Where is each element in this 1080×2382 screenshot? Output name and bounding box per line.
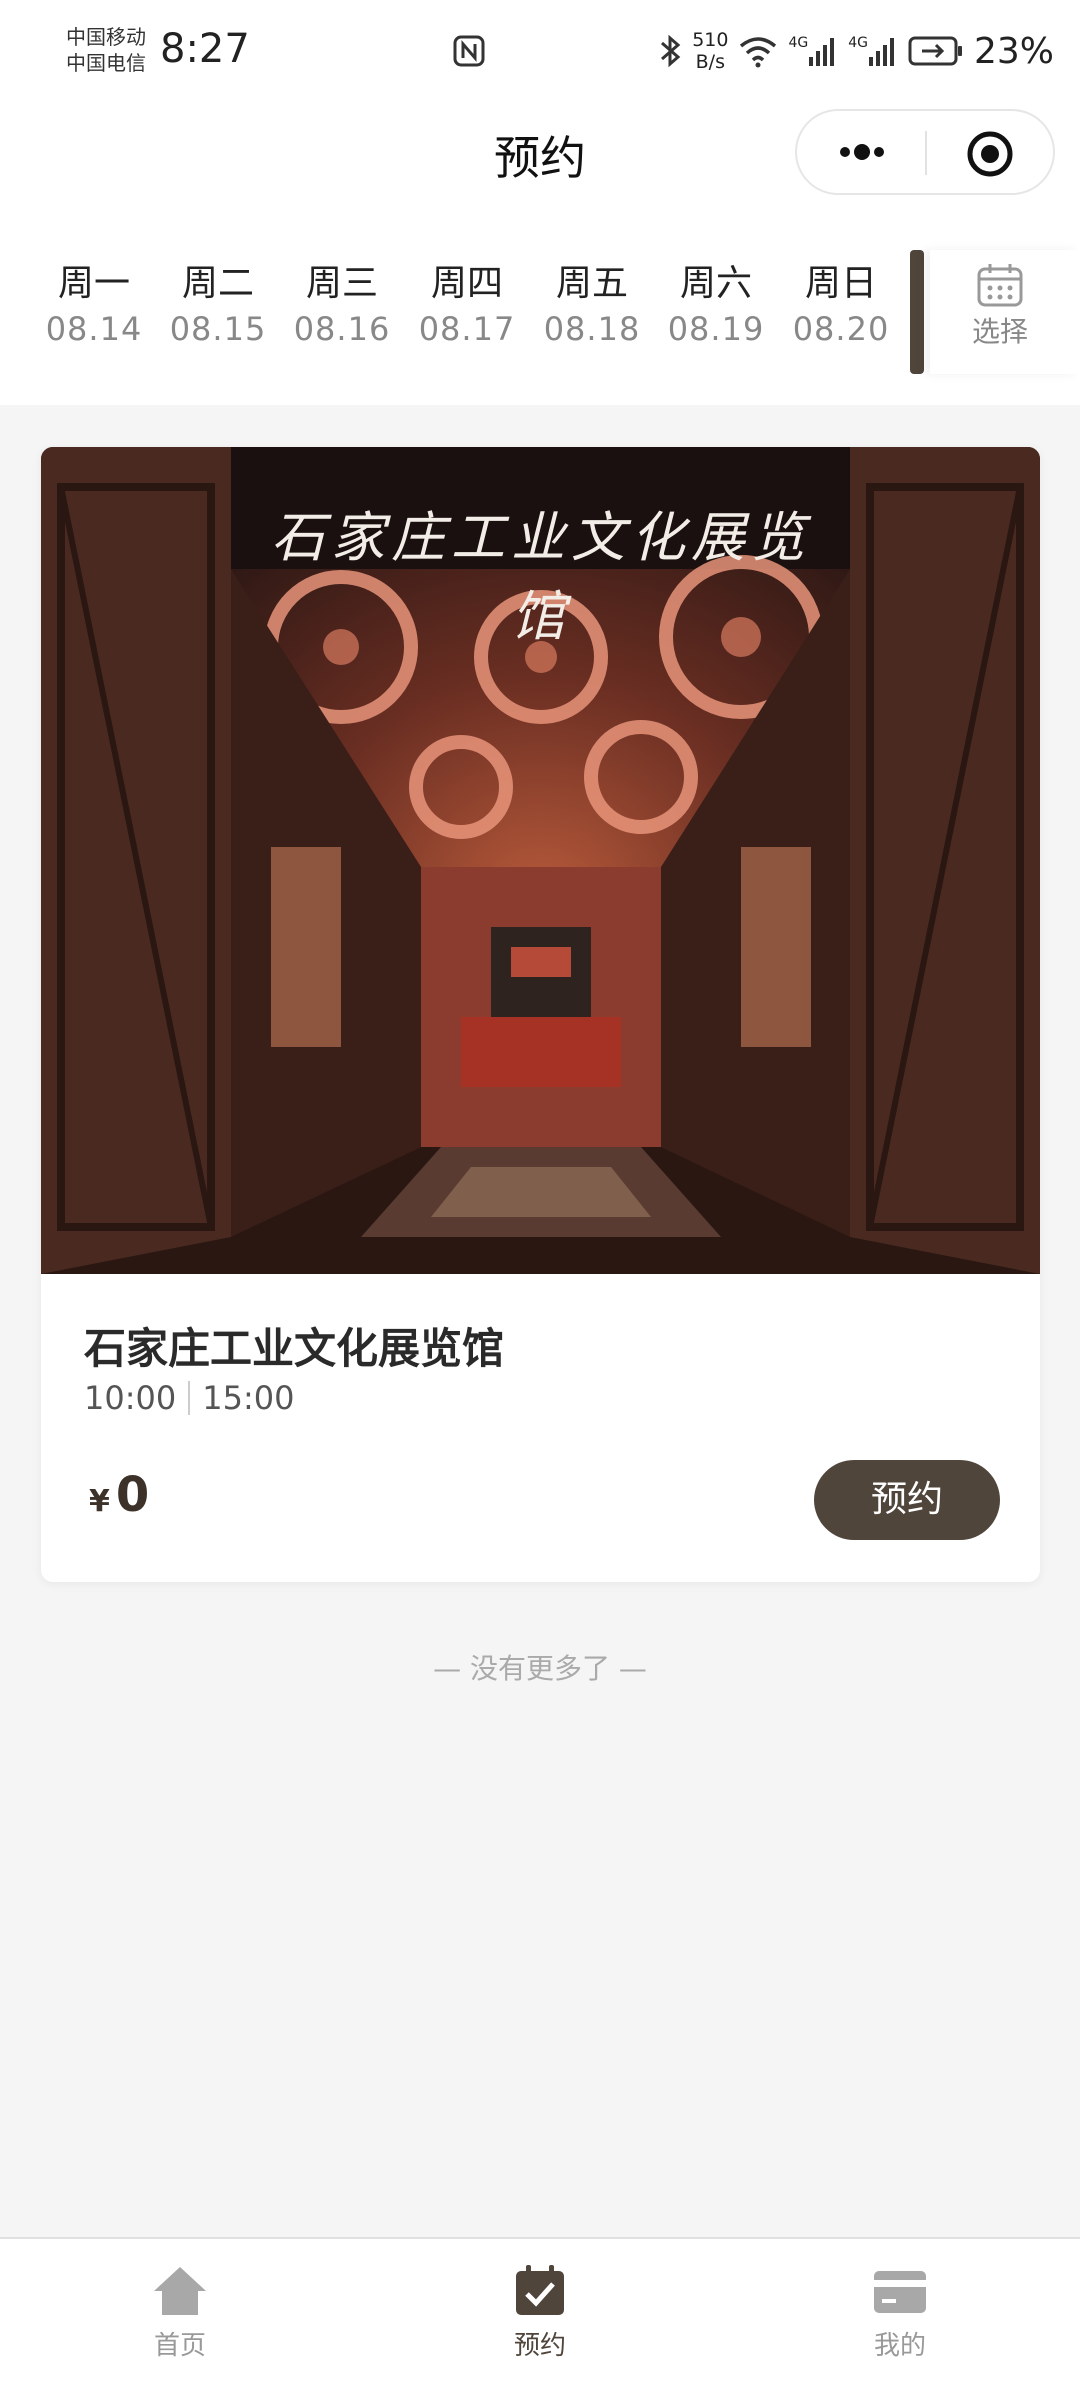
network-speed: 510 B/s — [692, 29, 728, 73]
date-item[interactable]: 周四 08.17 — [412, 262, 522, 352]
weekday-label: 周二 — [181, 263, 254, 304]
bluetooth-icon — [661, 34, 681, 68]
calendar-icon — [977, 264, 1023, 307]
speed-value: 510 — [692, 29, 729, 51]
status-bar: 中国移动 中国电信 8:27 510 B/s 4G 4G 23% — [0, 0, 1080, 100]
time-divider — [188, 1381, 191, 1415]
close-target-icon[interactable] — [965, 129, 1015, 179]
date-item[interactable]: 周日 08.20 — [786, 262, 896, 352]
weekday-label: 周日 — [804, 263, 877, 304]
signal-icon — [809, 38, 835, 66]
date-label: 08.20 — [792, 310, 890, 348]
image-caption: 石家庄工业文化展览馆 — [271, 506, 811, 648]
date-item[interactable]: 周三 08.16 — [287, 262, 397, 352]
weekday-label: 周四 — [430, 263, 503, 304]
time-slot: 15:00 — [202, 1379, 295, 1417]
scroll-edge-indicator — [910, 250, 924, 374]
date-label: 08.19 — [667, 310, 765, 348]
status-icons: 510 B/s 4G 4G 23% — [658, 24, 1054, 78]
carrier-1: 中国移动 — [66, 25, 146, 49]
date-label: 08.16 — [293, 310, 391, 348]
speed-unit: B/s — [695, 51, 725, 73]
capsule-divider — [925, 131, 927, 175]
currency-symbol: ¥ — [89, 1484, 110, 1519]
nfc-icon — [453, 35, 485, 67]
weekday-label: 周六 — [679, 263, 752, 304]
date-label: 08.18 — [543, 310, 641, 348]
network-type-2: 4G — [848, 35, 868, 51]
time-slot: 10:00 — [84, 1379, 177, 1417]
weekday-label: 周一 — [57, 263, 130, 304]
tab-label: 我的 — [873, 2331, 926, 2361]
date-label: 08.14 — [45, 310, 143, 348]
nav-bar: 预约 — [0, 100, 1080, 210]
home-icon — [154, 2267, 206, 2315]
date-item[interactable]: 周六 08.19 — [661, 262, 771, 352]
wifi-icon — [740, 37, 777, 68]
tab-label: 预约 — [513, 2331, 566, 2361]
weekday-label: 周五 — [555, 263, 628, 304]
weekday-label: 周三 — [305, 263, 378, 304]
venue-image: 石家庄工业文化展览馆 — [41, 447, 1040, 1274]
calendar-picker-button[interactable]: 选择 — [930, 250, 1080, 374]
price-amount: 0 — [115, 1467, 150, 1523]
more-icon[interactable] — [827, 127, 897, 177]
network-type-1: 4G — [788, 35, 809, 51]
price: ¥0 — [89, 1467, 149, 1523]
capsule-menu — [795, 109, 1055, 195]
battery-percent: 23% — [973, 30, 1054, 72]
date-selector: 周一 08.14 周二 08.15 周三 08.16 周四 08.17 周五 0… — [0, 210, 1080, 405]
venue-name: 石家庄工业文化展览馆 — [84, 1324, 505, 1373]
opening-times: 10:00 15:00 — [84, 1379, 294, 1417]
screen: 中国移动 中国电信 8:27 510 B/s 4G 4G 23% 预约 周一 0… — [0, 0, 1080, 2382]
tab-booking[interactable]: 预约 — [460, 2263, 620, 2362]
signal-group-1: 4G — [788, 35, 838, 67]
carrier-info: 中国移动 中国电信 — [66, 24, 146, 76]
list-end-message: — 没有更多了 — — [433, 1652, 647, 1685]
signal-group-2: 4G — [848, 35, 898, 67]
carrier-2: 中国电信 — [66, 51, 146, 75]
battery-icon — [908, 36, 962, 66]
calendar-label: 选择 — [971, 315, 1028, 348]
book-button[interactable]: 预约 — [814, 1460, 1000, 1540]
date-item[interactable]: 周一 08.14 — [39, 262, 149, 352]
tab-label: 首页 — [153, 2331, 206, 2361]
tab-home[interactable]: 首页 — [100, 2263, 260, 2362]
date-item[interactable]: 周五 08.18 — [537, 262, 647, 352]
tab-mine[interactable]: 我的 — [820, 2263, 980, 2362]
card-icon — [874, 2271, 926, 2313]
status-time: 8:27 — [160, 26, 250, 72]
tab-bar: 首页 预约 我的 — [0, 2237, 1080, 2382]
venue-card[interactable]: 石家庄工业文化展览馆 石家庄工业文化展览馆 10:00 15:00 ¥0 预约 — [41, 447, 1040, 1582]
date-label: 08.15 — [169, 310, 267, 348]
date-label: 08.17 — [418, 310, 516, 348]
calendar-check-icon — [516, 2265, 564, 2315]
signal-icon — [868, 38, 894, 66]
date-item[interactable]: 周二 08.15 — [163, 262, 273, 352]
